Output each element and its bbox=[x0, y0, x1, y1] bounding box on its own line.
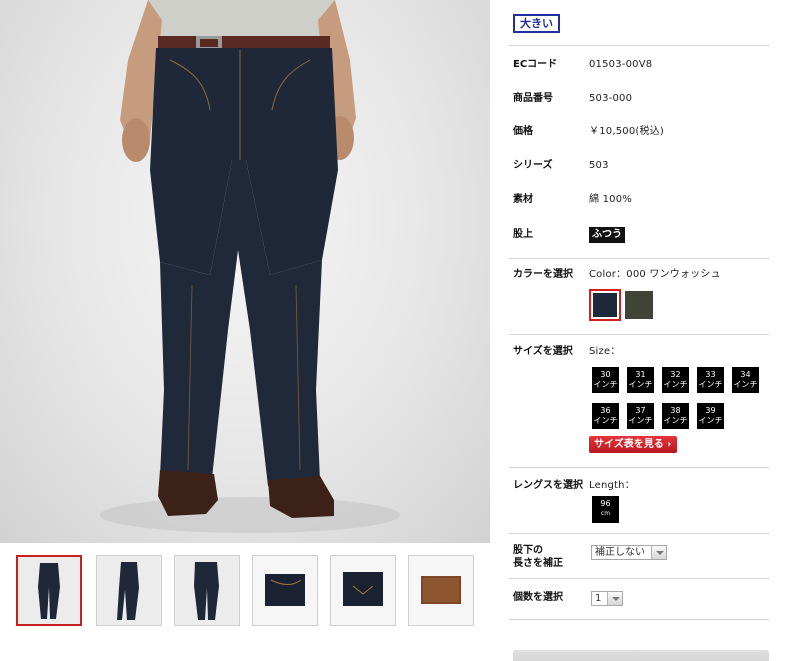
jeans-model-illustration bbox=[100, 0, 400, 533]
size-option-31[interactable]: 31 インチ bbox=[627, 367, 654, 393]
spec-label-product-number: 商品番号 bbox=[513, 93, 553, 104]
divider bbox=[509, 578, 769, 579]
current-color-text: Color：000 ワンウォッシュ bbox=[589, 269, 721, 280]
size-option-37[interactable]: 37 インチ bbox=[627, 403, 654, 429]
size-caption: Size： bbox=[589, 346, 621, 357]
spec-value-material: 綿 100% bbox=[589, 194, 632, 205]
thumb-front[interactable] bbox=[16, 555, 82, 626]
thumbnail-strip bbox=[16, 555, 476, 627]
product-photo bbox=[0, 0, 490, 543]
divider bbox=[509, 334, 769, 335]
spec-label-rise: 股上 bbox=[513, 229, 533, 240]
spec-value-ec-code: 01503-00V8 bbox=[589, 59, 653, 70]
spec-label-material: 素材 bbox=[513, 194, 533, 205]
size-option-30[interactable]: 30 インチ bbox=[592, 367, 619, 393]
divider bbox=[509, 533, 769, 534]
spec-label-ec-code: ECコード bbox=[513, 59, 558, 70]
size-option-33[interactable]: 33 インチ bbox=[697, 367, 724, 393]
size-option-38[interactable]: 38 インチ bbox=[662, 403, 689, 429]
size-select-label: サイズを選択 bbox=[513, 346, 573, 357]
color-swatch-indigo[interactable] bbox=[589, 289, 621, 321]
size-option-39[interactable]: 39 インチ bbox=[697, 403, 724, 429]
size-option-32[interactable]: 32 インチ bbox=[662, 367, 689, 393]
hem-label: 股下の 長さを補正 bbox=[513, 545, 563, 569]
size-chart-button[interactable]: サイズ表を見る › bbox=[589, 436, 677, 453]
size-option-34[interactable]: 34 インチ bbox=[732, 367, 759, 393]
length-caption: Length： bbox=[589, 480, 635, 491]
chevron-down-icon bbox=[607, 592, 622, 605]
spec-value-series: 503 bbox=[589, 160, 609, 171]
divider bbox=[509, 467, 769, 468]
spec-label-price: 価格 bbox=[513, 126, 533, 137]
color-swatch-olive[interactable] bbox=[625, 291, 653, 319]
thumb-pocket[interactable] bbox=[252, 555, 318, 626]
spec-label-series: シリーズ bbox=[513, 160, 553, 171]
thumb-back[interactable] bbox=[174, 555, 240, 626]
spec-value-product-number: 503-000 bbox=[589, 93, 633, 104]
color-select-label: カラーを選択 bbox=[513, 269, 573, 280]
divider bbox=[509, 619, 769, 620]
rise-badge: ふつう bbox=[589, 227, 625, 243]
text-size-toggle[interactable]: 大きい bbox=[513, 14, 560, 33]
spec-value-price: ￥10,500(税込) bbox=[589, 126, 664, 137]
product-detail-panel: 大きい ECコード 01503-00V8 商品番号 503-000 価格 ￥10… bbox=[505, 0, 769, 661]
size-option-36[interactable]: 36 インチ bbox=[592, 403, 619, 429]
chevron-down-icon bbox=[651, 546, 666, 559]
thumb-back-pocket[interactable] bbox=[330, 555, 396, 626]
add-to-cart-button[interactable] bbox=[513, 650, 769, 661]
quantity-label: 個数を選択 bbox=[513, 592, 563, 603]
thumb-side[interactable] bbox=[96, 555, 162, 626]
length-option-96[interactable]: 96 cm bbox=[592, 496, 619, 523]
hem-adjust-select[interactable]: 補正しない bbox=[591, 545, 667, 560]
quantity-select[interactable]: 1 bbox=[591, 591, 623, 606]
divider bbox=[509, 258, 769, 259]
length-select-label: レングスを選択 bbox=[513, 480, 583, 491]
divider bbox=[509, 45, 769, 46]
thumb-label[interactable] bbox=[408, 555, 474, 626]
